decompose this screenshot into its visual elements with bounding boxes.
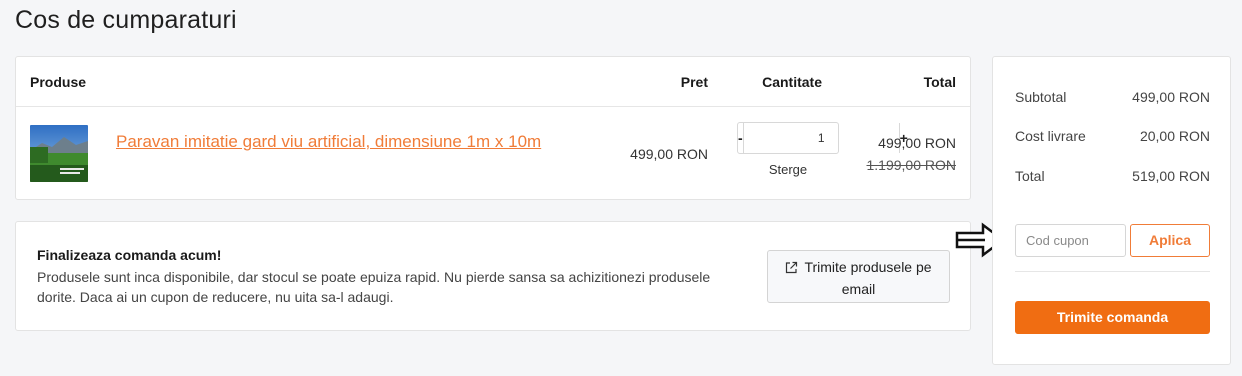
shipping-value: 20,00 RON bbox=[1139, 128, 1210, 144]
page-title: Cos de cumparaturi bbox=[15, 6, 237, 34]
reminder-title: Finalizeaza comanda acum! bbox=[37, 247, 222, 263]
header-total: Total bbox=[923, 74, 956, 90]
share-icon bbox=[785, 259, 798, 279]
checkout-reminder-box: Finalizeaza comanda acum! Produsele sunt… bbox=[15, 221, 971, 331]
order-summary: Subtotal 499,00 RON Cost livrare 20,00 R… bbox=[992, 56, 1231, 365]
total-label: Total bbox=[1015, 168, 1045, 184]
header-quantity: Cantitate bbox=[762, 74, 822, 90]
email-products-label: Trimite produsele pe email bbox=[804, 259, 932, 297]
total-value: 519,00 RON bbox=[1132, 168, 1210, 184]
apply-coupon-button[interactable]: Aplica bbox=[1130, 224, 1210, 257]
submit-order-button[interactable]: Trimite comanda bbox=[1015, 301, 1210, 334]
item-old-total: 1.199,00 RON bbox=[866, 157, 957, 173]
remove-item-link[interactable]: Sterge bbox=[737, 162, 839, 177]
cart-item-row: Paravan imitatie gard viu artificial, di… bbox=[16, 107, 970, 199]
subtotal-value: 499,00 RON bbox=[1132, 89, 1210, 105]
coupon-input[interactable] bbox=[1015, 224, 1126, 257]
product-price: 499,00 RON bbox=[630, 146, 708, 162]
cart-table: Produse Pret Cantitate Total Paravan imi… bbox=[15, 56, 971, 200]
header-price: Pret bbox=[680, 74, 708, 90]
item-total: 499,00 RON bbox=[878, 135, 956, 151]
divider bbox=[1015, 271, 1210, 272]
shipping-label: Cost livrare bbox=[1015, 128, 1086, 144]
quantity-input[interactable] bbox=[743, 123, 899, 153]
subtotal-label: Subtotal bbox=[1015, 89, 1067, 105]
cart-table-header: Produse Pret Cantitate Total bbox=[16, 57, 970, 107]
product-name-link[interactable]: Paravan imitatie gard viu artificial, di… bbox=[116, 129, 586, 154]
product-thumbnail[interactable] bbox=[30, 125, 88, 182]
email-products-button[interactable]: Trimite produsele pe email bbox=[767, 250, 950, 303]
quantity-stepper: - + bbox=[737, 122, 908, 154]
header-products: Produse bbox=[30, 74, 87, 90]
reminder-text: Produsele sunt inca disponibile, dar sto… bbox=[37, 269, 711, 305]
